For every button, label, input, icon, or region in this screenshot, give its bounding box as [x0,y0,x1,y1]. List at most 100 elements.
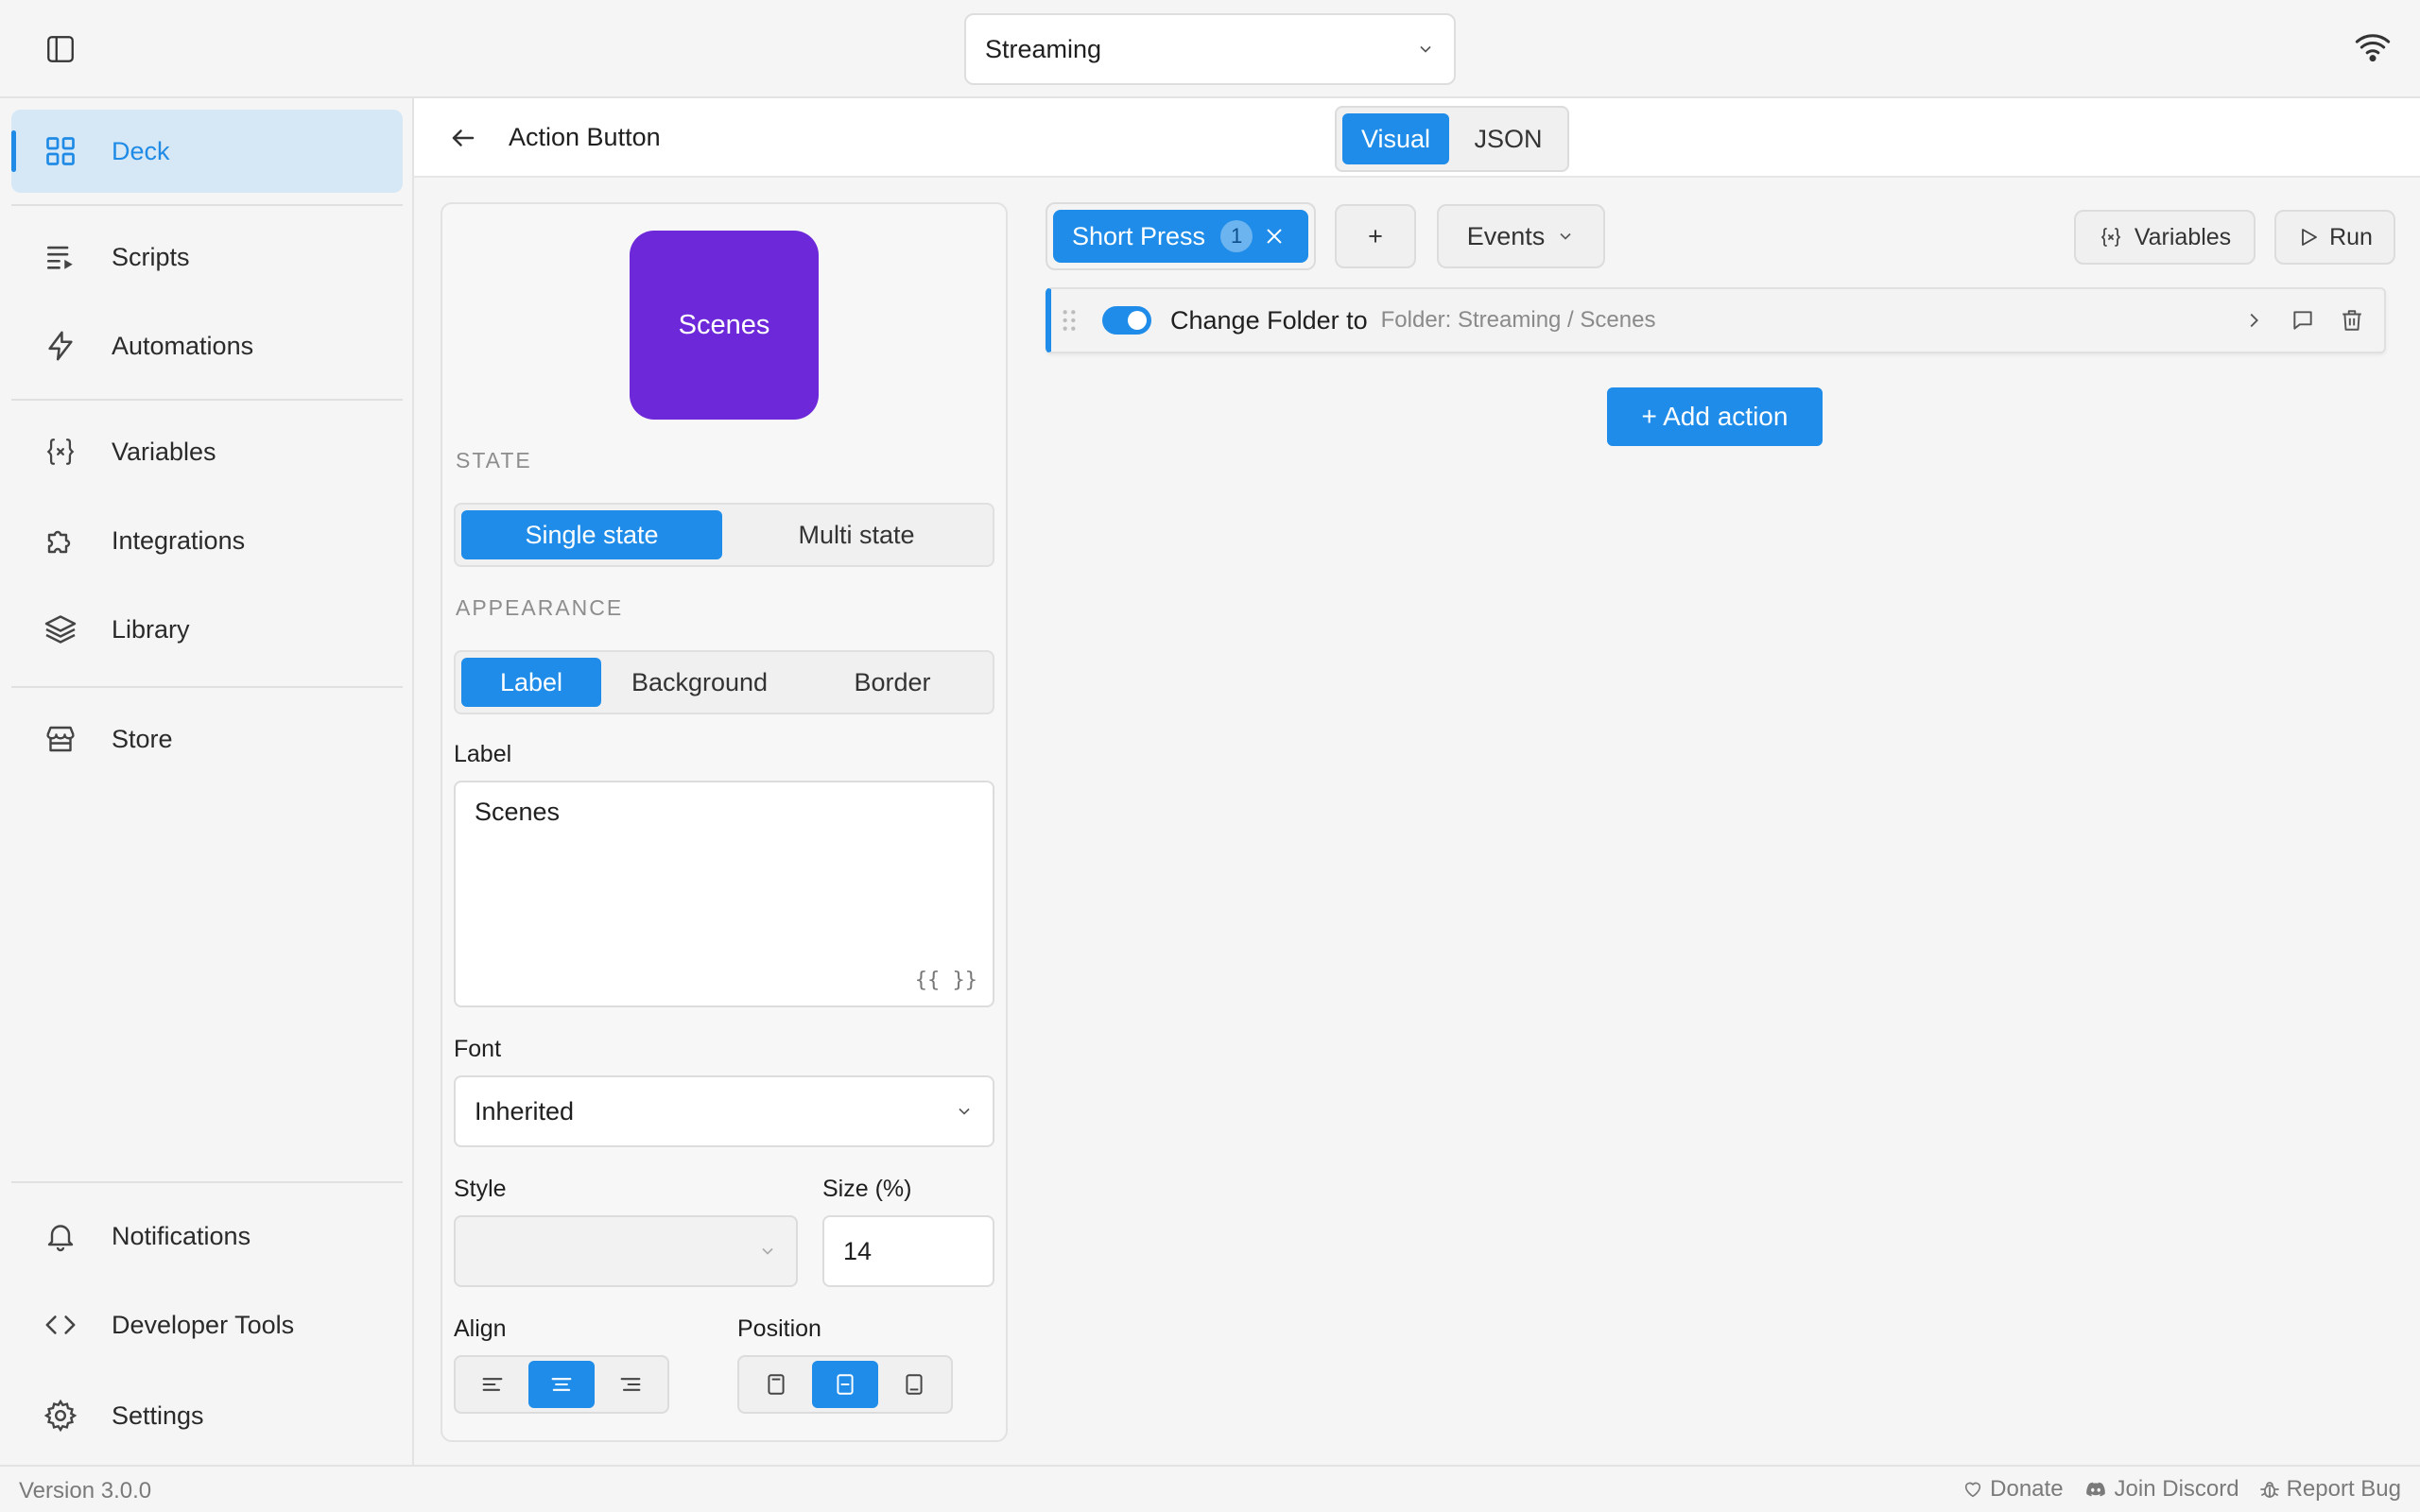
sidebar-item-integrations[interactable]: Integrations [11,499,403,582]
button-preview-label: Scenes [678,309,770,340]
discord-label: Join Discord [2114,1476,2239,1502]
chevron-down-icon [1556,227,1575,246]
state-mode-toggle: Single state Multi state [454,503,994,567]
trigger-tabs: Short Press 1 [1046,202,1316,270]
button-settings-panel: Scenes STATE Single state Multi state AP… [441,202,1008,1442]
sidebar-item-store[interactable]: Store [11,697,403,781]
sidebar-divider [11,1181,403,1183]
size-input[interactable]: 14 [822,1215,994,1287]
grid-icon [42,132,79,170]
heart-icon [1962,1479,1984,1500]
variables-label: Variables [2134,223,2232,250]
action-row[interactable]: Change Folder to Folder: Streaming / Sce… [1046,287,2386,353]
align-right-icon[interactable] [598,1361,664,1408]
font-select[interactable]: Inherited [454,1075,994,1147]
sidebar-item-notifications[interactable]: Notifications [11,1194,403,1278]
tab-border[interactable]: Border [798,658,987,707]
status-bar: Version 3.0.0 Donate Join Discord Report… [0,1465,2420,1512]
discord-link[interactable]: Join Discord [2083,1476,2239,1503]
discord-icon [2083,1479,2109,1500]
chevron-down-icon [1416,40,1435,59]
align-left-icon[interactable] [459,1361,525,1408]
sidebar-divider [11,399,403,401]
sidebar-item-settings[interactable]: Settings [11,1374,403,1457]
puzzle-icon [42,522,79,559]
sidebar-item-label: Automations [112,331,254,360]
sidebar-toggle-icon[interactable] [40,30,81,68]
multi-state-option[interactable]: Multi state [726,510,987,559]
lightning-icon [42,327,79,365]
view-visual-tab[interactable]: Visual [1342,113,1449,164]
donate-label: Donate [1990,1476,2064,1502]
view-mode-toggle: Visual JSON [1335,106,1569,172]
align-field-label: Align [454,1315,507,1342]
run-button[interactable]: Run [2274,210,2395,265]
sidebar-item-automations[interactable]: Automations [11,304,403,387]
sidebar-item-deck[interactable]: Deck [11,110,403,193]
editor-header: Action Button Visual JSON [414,98,2420,178]
drag-handle-icon[interactable] [1061,308,1083,333]
add-trigger-button[interactable]: + [1335,204,1416,268]
tab-background[interactable]: Background [605,658,794,707]
style-field-label: Style [454,1176,507,1202]
add-action-button[interactable]: + Add action [1607,387,1823,446]
style-select[interactable] [454,1215,798,1287]
version-text: Version 3.0.0 [19,1478,152,1503]
font-field-label: Font [454,1036,502,1062]
label-field-label: Label [454,741,512,767]
action-name: Change Folder to [1170,305,1368,335]
events-label: Events [1466,221,1546,250]
deck-selector-value: Streaming [985,34,1102,63]
report-bug-link[interactable]: Report Bug [2258,1476,2401,1503]
trigger-count-badge: 1 [1220,220,1253,252]
sidebar-item-scripts[interactable]: Scripts [11,215,403,299]
position-middle-icon[interactable] [812,1361,878,1408]
comment-icon[interactable] [2288,305,2318,335]
bell-icon [42,1217,79,1255]
variables-button[interactable]: Variables [2074,210,2256,265]
chevron-down-icon [955,1102,974,1121]
label-textarea[interactable]: Scenes {{ }} [454,781,994,1007]
tab-label[interactable]: Label [461,658,601,707]
button-preview: Scenes [630,231,819,420]
position-top-icon[interactable] [743,1361,808,1408]
sidebar-item-label: Variables [112,437,216,466]
page-title: Action Button [509,123,661,151]
position-bottom-icon[interactable] [882,1361,947,1408]
variable-braces-icon [2099,226,2123,249]
events-dropdown[interactable]: Events [1437,204,1605,268]
align-button-group [454,1355,669,1414]
single-state-option[interactable]: Single state [461,510,722,559]
sidebar-item-developer-tools[interactable]: Developer Tools [11,1283,403,1366]
plus-icon: + [1368,221,1383,250]
sidebar-item-variables[interactable]: Variables [11,410,403,493]
action-detail: Folder: Streaming / Scenes [1380,307,1656,333]
trigger-short-press[interactable]: Short Press 1 [1053,210,1308,263]
sidebar-item-label: Scripts [112,242,190,271]
size-input-value: 14 [843,1236,873,1265]
run-label: Run [2329,223,2373,250]
sidebar-divider [11,686,403,688]
position-field-label: Position [737,1315,821,1342]
chevron-right-icon[interactable] [2238,305,2269,335]
sidebar: Deck Scripts Automations Variables Integ… [0,98,414,1465]
wifi-icon[interactable] [2352,28,2397,70]
donate-link[interactable]: Donate [1962,1476,2064,1503]
sidebar-item-label: Integrations [112,525,246,555]
align-center-icon[interactable] [528,1361,595,1408]
close-icon[interactable] [1264,226,1285,247]
bug-icon [2258,1478,2281,1501]
size-field-label: Size (%) [822,1176,912,1202]
view-json-tab[interactable]: JSON [1455,113,1562,164]
report-bug-label: Report Bug [2286,1476,2401,1502]
sidebar-item-library[interactable]: Library [11,588,403,671]
action-enabled-toggle[interactable] [1102,306,1151,335]
deck-selector[interactable]: Streaming [964,13,1456,85]
code-icon [42,1306,79,1344]
template-insert-button[interactable]: {{ }} [915,969,977,992]
layers-icon [42,610,79,648]
sidebar-item-label: Library [112,614,190,644]
trigger-label: Short Press [1072,221,1206,250]
trash-icon[interactable] [2337,305,2367,335]
back-arrow-icon[interactable] [444,119,482,157]
